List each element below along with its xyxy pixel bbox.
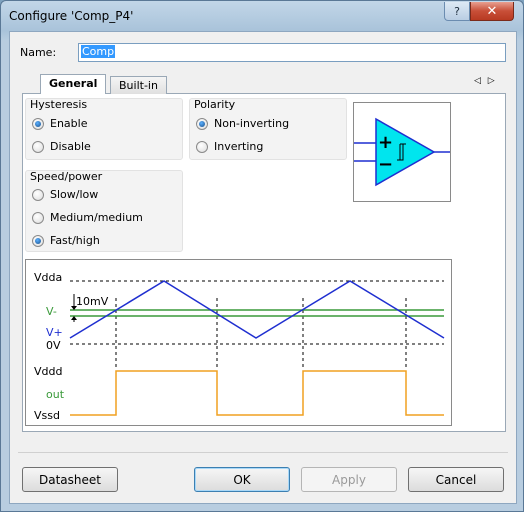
vminus-label: V- [46, 305, 57, 318]
general-tab-panel: Hysteresis Enable Disable Polarity Non-i… [22, 94, 506, 432]
title-bar[interactable]: Configure 'Comp_P4' ? ✕ [1, 1, 523, 31]
waveform-diagram: Vdda V- V+ 0V Vddd out Vssd 10mV [25, 259, 452, 426]
polarity-inverting-label: Inverting [214, 140, 264, 153]
cancel-button[interactable]: Cancel [408, 467, 504, 492]
polarity-inverting-option[interactable]: Inverting [196, 140, 263, 153]
speed-power-group: Speed/power Slow/low Medium/medium Fast/… [25, 170, 183, 252]
speed-slow-option[interactable]: Slow/low [32, 188, 98, 201]
vplus-label: V+ [46, 326, 63, 339]
zero-volt-label: 0V [46, 339, 61, 352]
out-label: out [46, 388, 65, 401]
output-square-wave [70, 370, 444, 416]
comparator-symbol: + − [353, 102, 451, 202]
radio-icon[interactable] [32, 188, 44, 201]
tab-scroll-arrows[interactable]: ◁ ▷ [474, 76, 497, 86]
comparator-symbol-svg: + − [354, 117, 450, 187]
waveform-svg: Vdda V- V+ 0V Vddd out Vssd 10mV [34, 271, 445, 422]
apply-button[interactable]: Apply [301, 467, 397, 492]
polarity-non-inverting-label: Non-inverting [214, 117, 290, 130]
plus-sign: + [378, 132, 393, 153]
speed-fast-option[interactable]: Fast/high [32, 234, 100, 247]
hysteresis-enable-option[interactable]: Enable [32, 117, 87, 130]
ok-button[interactable]: OK [194, 467, 290, 492]
speed-medium-option[interactable]: Medium/medium [32, 211, 143, 224]
hysteresis-disable-option[interactable]: Disable [32, 140, 91, 153]
close-button[interactable]: ✕ [470, 2, 514, 21]
dialog-client-area: Name: Comp General Built-in ◁ ▷ Hysteres… [9, 31, 517, 504]
radio-icon[interactable] [196, 140, 208, 153]
speed-medium-label: Medium/medium [50, 211, 143, 224]
hysteresis-enable-label: Enable [50, 117, 88, 130]
vssd-label: Vssd [34, 409, 60, 422]
minus-sign: − [378, 154, 393, 175]
speed-fast-label: Fast/high [50, 234, 100, 247]
help-button[interactable]: ? [444, 2, 470, 21]
name-value: Comp [81, 45, 116, 58]
vdda-label: Vdda [34, 271, 62, 284]
dialog-window: Configure 'Comp_P4' ? ✕ Name: Comp Gener… [0, 0, 524, 512]
speed-power-title: Speed/power [30, 170, 103, 183]
tab-general[interactable]: General [40, 74, 107, 95]
hysteresis-group: Hysteresis Enable Disable [25, 98, 183, 160]
radio-icon[interactable] [196, 117, 208, 130]
polarity-non-inverting-option[interactable]: Non-inverting [196, 117, 289, 130]
button-separator [18, 452, 508, 453]
polarity-title: Polarity [194, 98, 236, 111]
radio-icon[interactable] [32, 117, 44, 130]
tab-bar: General Built-in [22, 74, 506, 95]
hysteresis-value-label: 10mV [76, 295, 109, 308]
speed-slow-label: Slow/low [50, 188, 99, 201]
name-label: Name: [20, 46, 57, 59]
polarity-group: Polarity Non-inverting Inverting [189, 98, 347, 160]
window-title: Configure 'Comp_P4' [9, 9, 134, 23]
vddd-label: Vddd [34, 365, 62, 378]
datasheet-button[interactable]: Datasheet [22, 467, 118, 492]
radio-icon[interactable] [32, 211, 44, 224]
hysteresis-disable-label: Disable [50, 140, 91, 153]
radio-icon[interactable] [32, 234, 44, 247]
radio-icon[interactable] [32, 140, 44, 153]
name-input[interactable]: Comp [78, 43, 506, 62]
hysteresis-title: Hysteresis [30, 98, 88, 111]
tab-built-in[interactable]: Built-in [110, 76, 167, 94]
